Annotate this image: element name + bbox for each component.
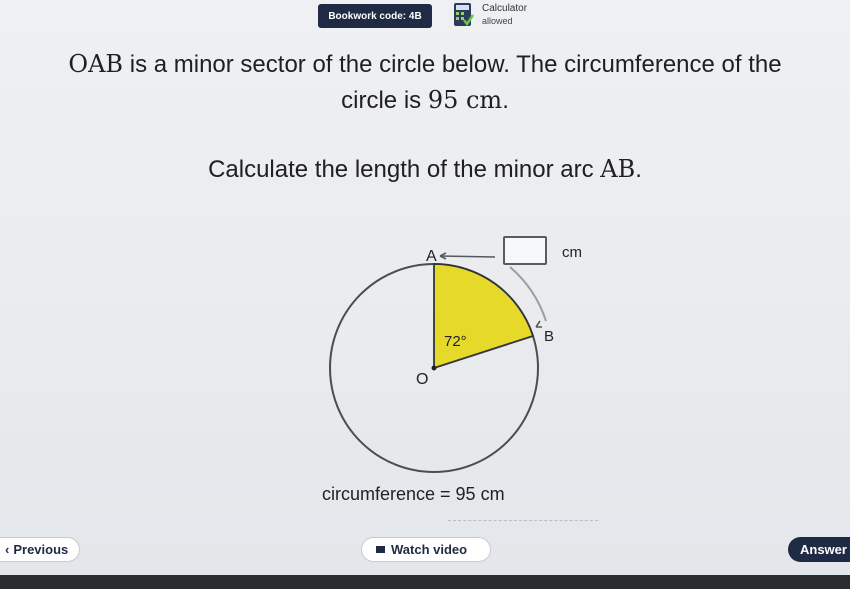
- watch-video-label: Watch video: [391, 542, 468, 557]
- question-text-3-end: .: [635, 156, 642, 183]
- previous-label: Previous: [13, 542, 69, 557]
- calculator-status: allowed: [482, 16, 513, 26]
- calculator-label: Calculator: [482, 3, 528, 14]
- arrow-to-b: [535, 320, 542, 328]
- question-text-3: Calculate the length of the minor arc: [208, 156, 601, 183]
- sector-shape: [433, 263, 535, 370]
- arrow-to-a: [439, 255, 496, 258]
- screen-bottom-bezel: [0, 575, 850, 589]
- question-line-3: Calculate the length of the minor arc AB…: [0, 155, 850, 184]
- circumference-value: 95 cm: [427, 86, 503, 114]
- angle-label: 72°: [444, 333, 467, 350]
- answer-input-box[interactable]: [503, 236, 547, 265]
- label-o: O: [416, 371, 428, 388]
- calculator-icon: [454, 3, 474, 27]
- question-text-2: circle is: [341, 87, 428, 114]
- answer-unit: cm: [562, 244, 582, 261]
- centre-point: [431, 365, 437, 371]
- answer-label: Answer: [800, 542, 847, 557]
- sector-name: OAB: [68, 50, 124, 78]
- bookwork-code-badge: Bookwork code: 4B: [318, 4, 432, 28]
- previous-button[interactable]: ‹ Previous: [0, 537, 80, 562]
- circumference-label: circumference = 95 cm: [322, 484, 505, 504]
- question-line-1: OAB is a minor sector of the circle belo…: [0, 50, 850, 79]
- sector-diagram: A B O 72°: [329, 248, 554, 473]
- arc-name: AB: [600, 155, 636, 183]
- label-a: A: [426, 248, 437, 265]
- question-text-1: is a minor sector of the circle below. T…: [123, 51, 782, 78]
- question-text-2-end: .: [502, 87, 509, 114]
- chevron-left-icon: ‹: [5, 542, 10, 557]
- question-line-2: circle is 95 cm.: [0, 86, 850, 115]
- answer-button[interactable]: Answer: [788, 537, 850, 562]
- divider: [448, 520, 598, 522]
- watch-video-button[interactable]: Watch video: [361, 537, 491, 562]
- label-b: B: [544, 328, 554, 345]
- video-icon: [376, 546, 385, 553]
